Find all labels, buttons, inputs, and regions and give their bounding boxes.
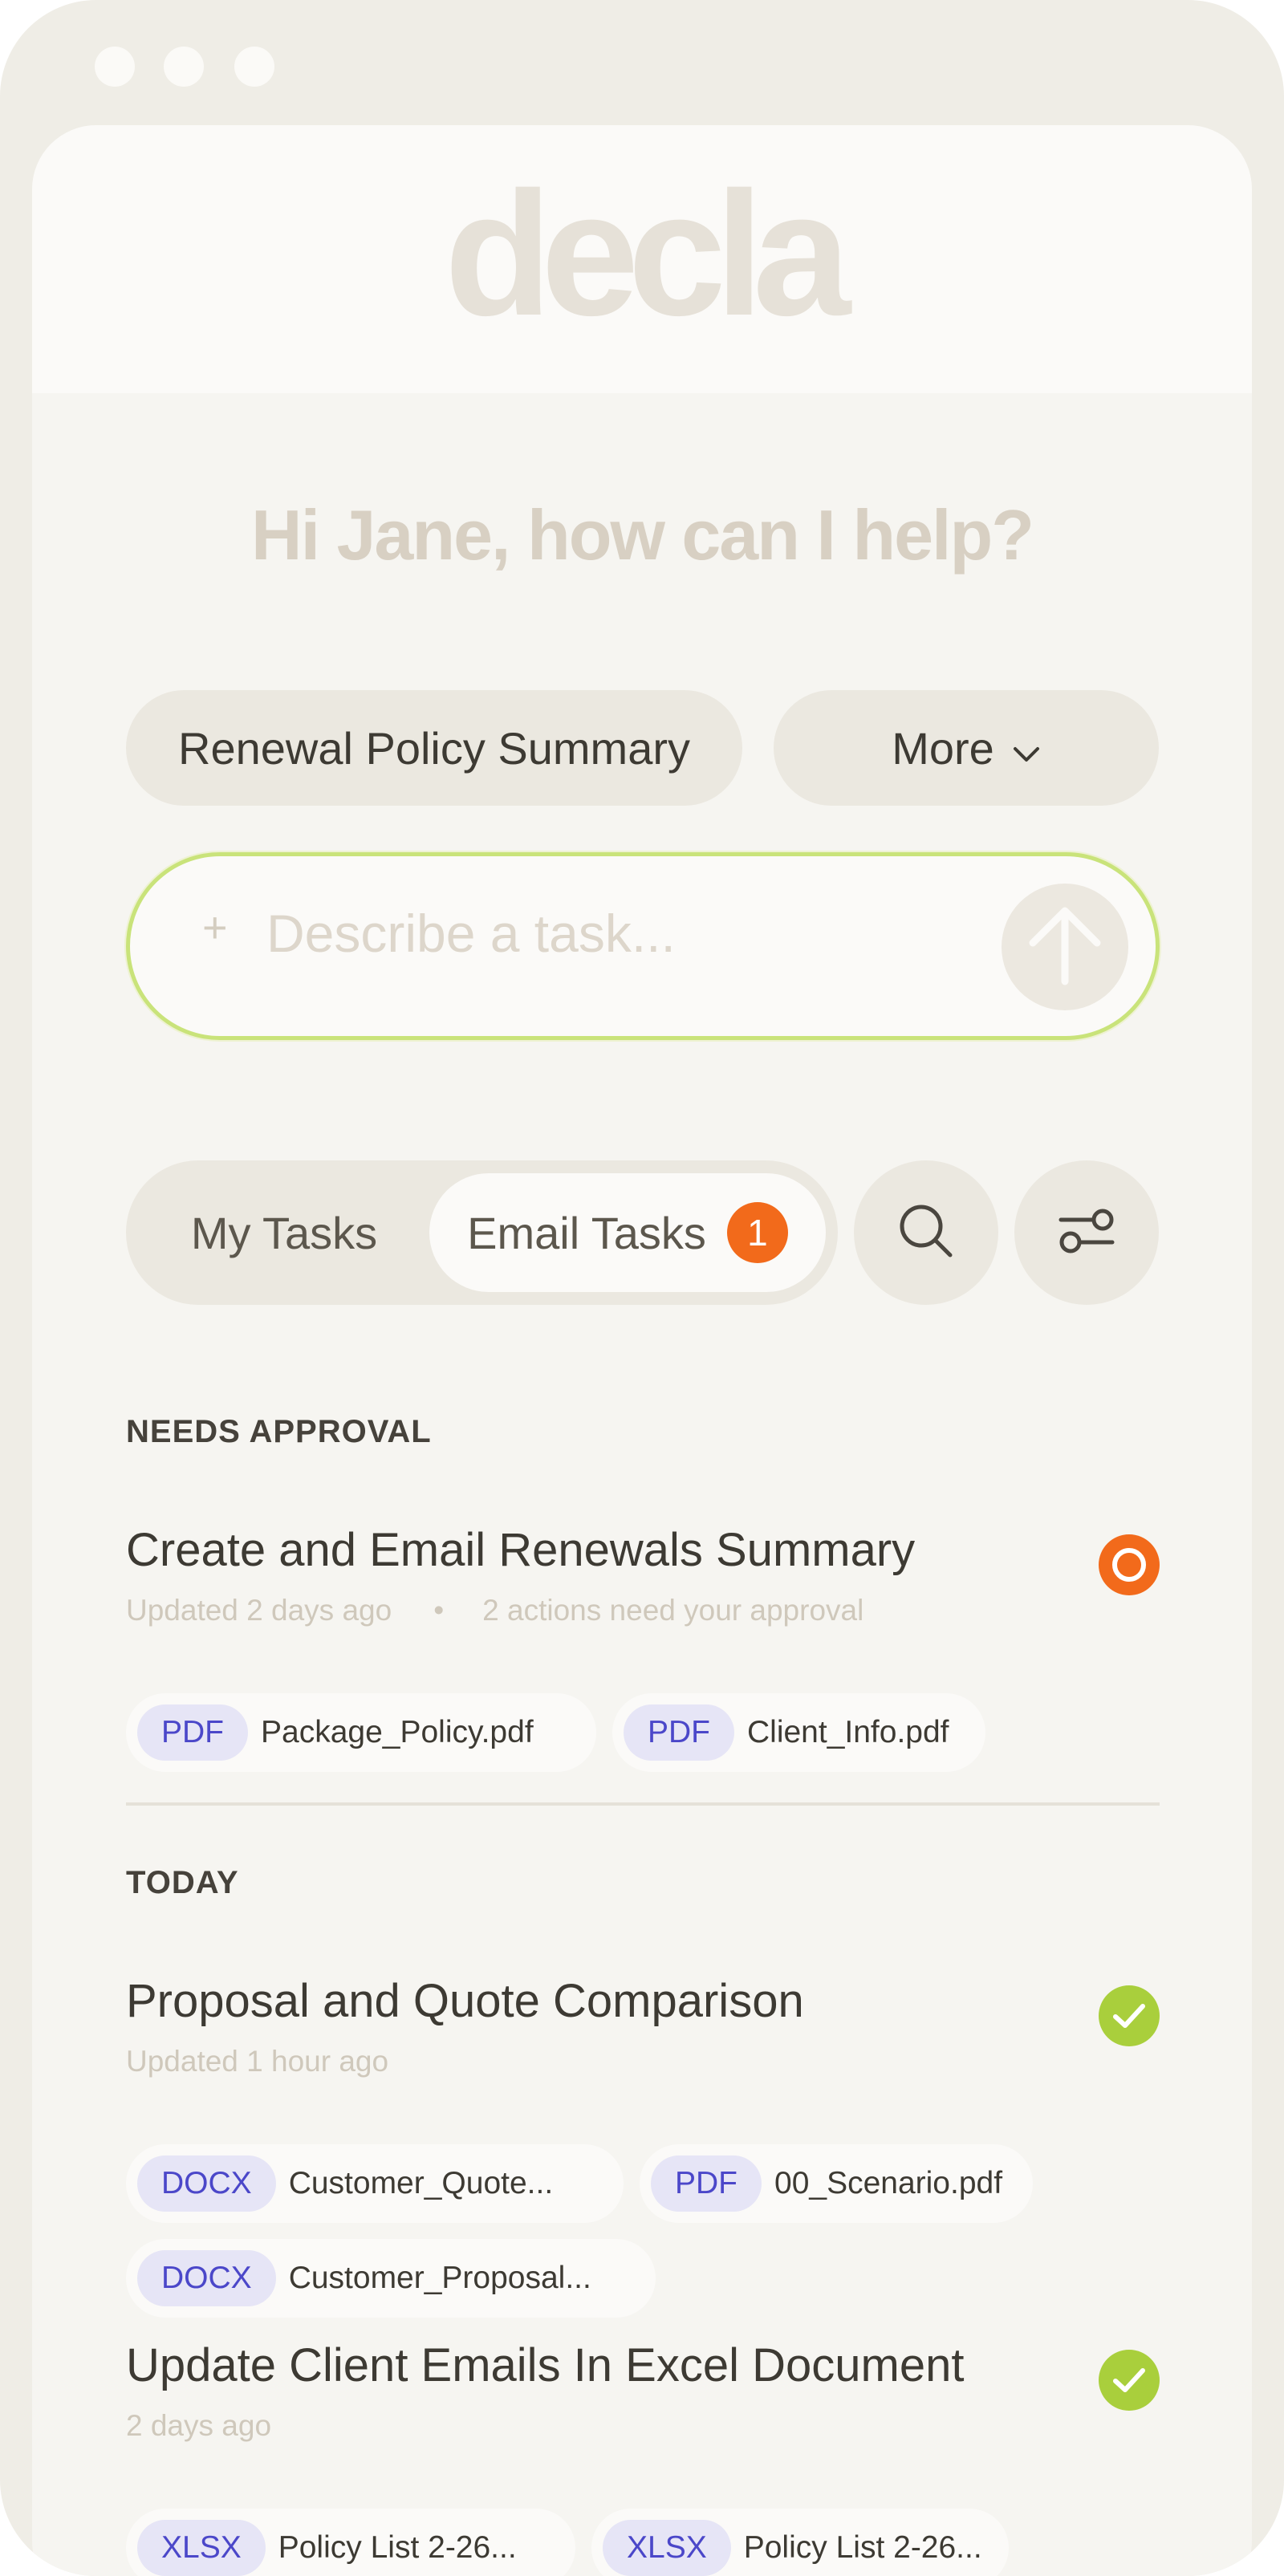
task-meta: Updated 2 days ago • 2 actions need your a… — [126, 1594, 863, 1627]
more-dropdown-button[interactable]: More — [774, 690, 1159, 806]
file-name: Customer_Proposal... — [288, 2261, 591, 2295]
tab-email-tasks[interactable]: Email Tasks 1 — [429, 1173, 826, 1292]
filter-button[interactable] — [1014, 1160, 1159, 1305]
renewal-policy-summary-label: Renewal Policy Summary — [178, 722, 690, 774]
tab-my-tasks[interactable]: My Tasks — [139, 1173, 429, 1292]
file-name: 00_Scenario.pdf — [774, 2166, 1003, 2200]
file-chip[interactable]: XLSX Policy List 2-26... — [126, 2509, 575, 2576]
task-approval-note: 2 actions need your approval — [482, 1594, 864, 1627]
meta-separator: • — [433, 1594, 445, 1627]
file-type-badge: DOCX — [137, 2155, 276, 2212]
arrow-up-icon — [1025, 901, 1105, 993]
file-type-badge: PDF — [137, 1704, 248, 1761]
file-chip[interactable]: DOCX Customer_Proposal... — [126, 2239, 656, 2318]
search-icon — [896, 1201, 957, 1266]
section-title-today: TODAY — [126, 1865, 239, 1900]
tab-my-tasks-label: My Tasks — [190, 1207, 378, 1258]
chevron-down-icon — [1012, 722, 1041, 774]
file-type-badge: DOCX — [137, 2250, 276, 2306]
search-button[interactable] — [854, 1160, 998, 1305]
file-type-badge: PDF — [624, 1704, 734, 1761]
task-title[interactable]: Update Client Emails In Excel Document — [126, 2338, 964, 2392]
task-updated: Updated 2 days ago — [126, 1594, 392, 1627]
send-button[interactable] — [1002, 884, 1128, 1010]
sliders-icon — [1056, 1205, 1117, 1261]
window-dot — [164, 47, 204, 87]
renewal-policy-summary-button[interactable]: Renewal Policy Summary — [126, 690, 742, 806]
task-title[interactable]: Proposal and Quote Comparison — [126, 1974, 804, 2028]
file-type-badge: PDF — [651, 2155, 762, 2212]
check-icon — [1099, 2350, 1160, 2411]
section-divider — [126, 1802, 1160, 1806]
task-input-placeholder: Describe a task... — [266, 904, 676, 963]
task-updated: 2 days ago — [126, 2409, 272, 2442]
tab-email-tasks-label: Email Tasks — [467, 1207, 706, 1258]
plus-icon[interactable]: + — [202, 903, 228, 953]
file-type-badge: XLSX — [603, 2520, 731, 2576]
file-name: Policy List 2-26... — [278, 2530, 517, 2565]
file-chip[interactable]: PDF Client_Info.pdf — [612, 1693, 985, 1772]
greeting-heading: Hi Jane, how can I help? — [251, 495, 1034, 575]
file-chip[interactable]: PDF 00_Scenario.pdf — [640, 2144, 1033, 2223]
email-tasks-count-badge: 1 — [726, 1202, 788, 1263]
app-screen: decla Hi Jane, how can I help? Renewal P… — [32, 125, 1252, 2576]
file-name: Client_Info.pdf — [747, 1715, 949, 1749]
window-dot — [234, 47, 274, 87]
file-chip[interactable]: XLSX Policy List 2-26... — [591, 2509, 1009, 2576]
more-label: More — [892, 722, 994, 774]
file-type-badge: XLSX — [137, 2520, 266, 2576]
file-name: Package_Policy.pdf — [261, 1715, 534, 1749]
file-name: Policy List 2-26... — [743, 2530, 982, 2565]
pending-status-icon — [1099, 1534, 1160, 1595]
logo: decla — [444, 155, 851, 352]
section-title-needs-approval: NEEDS APPROVAL — [126, 1414, 432, 1449]
file-chip[interactable]: PDF Package_Policy.pdf — [126, 1693, 596, 1772]
task-title[interactable]: Create and Email Renewals Summary — [126, 1523, 915, 1577]
check-icon — [1099, 1985, 1160, 2046]
device-frame: decla Hi Jane, how can I help? Renewal P… — [0, 0, 1284, 2576]
window-dot — [95, 47, 135, 87]
file-chip[interactable]: DOCX Customer_Quote... — [126, 2144, 624, 2223]
task-input[interactable]: + Describe a task... — [126, 852, 1160, 1040]
task-tabs: My Tasks Email Tasks 1 — [126, 1160, 838, 1305]
task-updated: Updated 1 hour ago — [126, 2045, 389, 2078]
app-header: decla — [32, 125, 1252, 393]
file-name: Customer_Quote... — [288, 2166, 554, 2200]
